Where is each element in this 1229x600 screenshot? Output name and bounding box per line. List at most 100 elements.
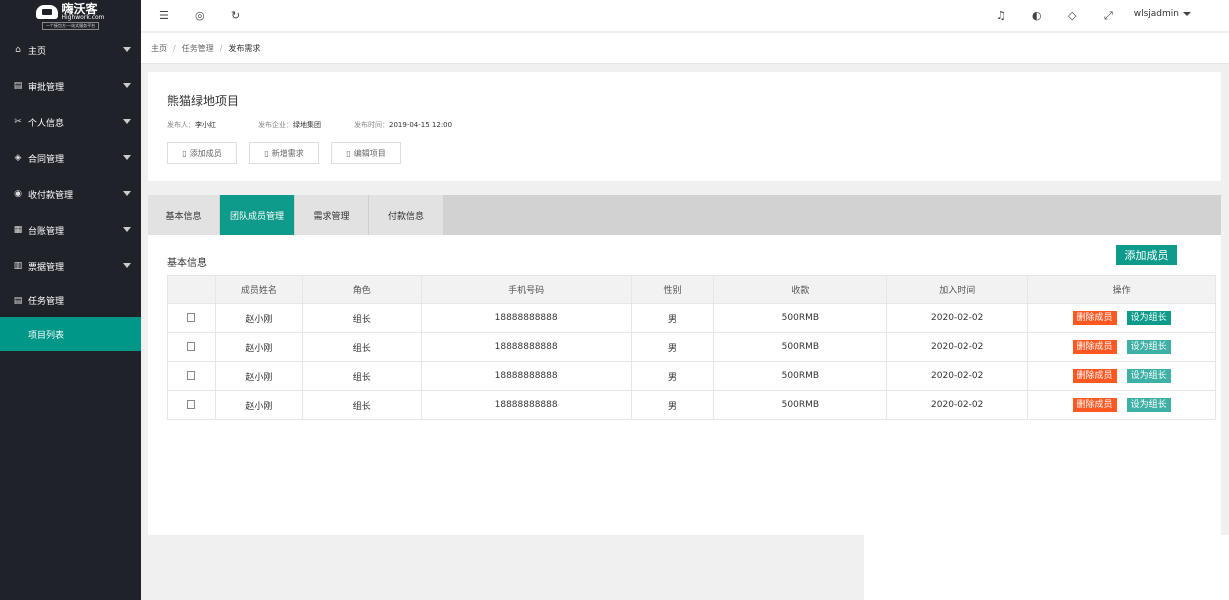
- cell-phone: 18888888888: [420, 390, 632, 420]
- add-member-button[interactable]: 添加成员: [1116, 245, 1177, 265]
- sidebar-item-task[interactable]: ▤ 任务管理: [0, 284, 141, 317]
- cell-gender: 男: [630, 332, 715, 362]
- section-title: 基本信息: [167, 258, 207, 269]
- menu-fold-icon[interactable]: ☰: [159, 8, 169, 24]
- set-leader-button[interactable]: 设为组长: [1126, 398, 1171, 412]
- cell-role: 组长: [301, 303, 422, 333]
- sidebar-item-label: 收付款管理: [28, 190, 74, 201]
- breadcrumb: 主页 / 任务管理 / 发布需求: [141, 33, 1229, 64]
- ledger-icon: ▦: [13, 225, 23, 235]
- sidebar-item-label: 票据管理: [28, 262, 65, 273]
- logo-name-cn: 嗨沃客: [61, 1, 98, 16]
- chevron-down-icon: [123, 83, 131, 88]
- cell-actions: 删除成员 设为组长: [1027, 303, 1216, 333]
- sidebar-item-label: 任务管理: [28, 297, 65, 307]
- user-menu[interactable]: wlsjadmin: [1134, 9, 1191, 19]
- set-leader-button[interactable]: 设为组长: [1126, 340, 1171, 354]
- delete-member-button[interactable]: 删除成员: [1072, 311, 1117, 325]
- set-leader-button[interactable]: 设为组长: [1126, 311, 1171, 325]
- row-checkbox[interactable]: [187, 371, 196, 380]
- tab-bar: 基本信息 团队成员管理 需求管理 付款信息: [148, 195, 1221, 235]
- row-checkbox[interactable]: [187, 400, 196, 409]
- user-info-icon: ✂: [14, 117, 22, 127]
- cell-gender: 男: [630, 303, 715, 333]
- home-icon: ⌂: [15, 45, 21, 55]
- cell-amount: 500RMB: [713, 303, 888, 333]
- sidebar: 嗨沃客 Highwork.com 一个接包方·一站式服务平台 ⌂ 主页 ▤ 审批…: [0, 0, 141, 600]
- cell-amount: 500RMB: [713, 361, 888, 391]
- table-row: 赵小刚 组长 18888888888 男 500RMB 2020-02-02 删…: [167, 361, 1216, 391]
- cell-joined: 2020-02-02: [886, 303, 1029, 333]
- cell-gender: 男: [630, 361, 715, 391]
- project-publisher: 发布人：李小红: [167, 121, 216, 129]
- breadcrumb-task-management[interactable]: 任务管理: [182, 43, 214, 54]
- cell-phone: 18888888888: [420, 332, 632, 362]
- tag-icon[interactable]: ◇: [1068, 8, 1076, 24]
- sidebar-item-payment[interactable]: ◉ 收付款管理: [0, 176, 141, 212]
- logo[interactable]: 嗨沃客 Highwork.com 一个接包方·一站式服务平台: [0, 0, 141, 32]
- globe-icon[interactable]: ◎: [195, 8, 205, 24]
- cell-joined: 2020-02-02: [886, 390, 1029, 420]
- chevron-down-icon: [123, 263, 131, 268]
- row-checkbox[interactable]: [187, 342, 196, 351]
- breadcrumb-home[interactable]: 主页: [151, 43, 167, 54]
- column-header-phone: 手机号码: [420, 275, 632, 304]
- sidebar-item-label: 个人信息: [28, 118, 65, 129]
- tab-demand-management[interactable]: 需求管理: [295, 195, 369, 235]
- approval-icon: ▤: [13, 81, 23, 91]
- table-row: 赵小刚 组长 18888888888 男 500RMB 2020-02-02 删…: [167, 332, 1216, 362]
- refresh-icon[interactable]: ↻: [231, 8, 240, 24]
- cell-role: 组长: [301, 332, 422, 362]
- breadcrumb-current: 发布需求: [228, 43, 261, 53]
- doc-icon: ▯: [346, 148, 351, 158]
- sidebar-item-invoice[interactable]: ▥ 票据管理: [0, 248, 141, 284]
- sidebar-item-approval[interactable]: ▤ 审批管理: [0, 68, 141, 104]
- column-header-name: 成员姓名: [214, 275, 303, 304]
- column-header-role: 角色: [301, 275, 422, 304]
- cell-gender: 男: [630, 390, 715, 420]
- logo-name-en: Highwork.com: [61, 13, 105, 21]
- project-company: 发布企业：绿地集团: [258, 121, 321, 129]
- cell-actions: 删除成员 设为组长: [1027, 332, 1216, 362]
- add-demand-button[interactable]: ▯ 新增需求: [249, 142, 319, 164]
- top-header: ☰ ◎ ↻ ♫ ◐ ◇ ⤢ wlsjadmin: [141, 0, 1229, 32]
- team-members-panel: 基本信息 添加成员 成员姓名 角色 手机号码 性别 收款 加入时间 操作 赵小刚…: [148, 235, 1221, 535]
- logo-slogan: 一个接包方·一站式服务平台: [41, 21, 100, 30]
- add-member-outline-button[interactable]: ▯ 添加成员: [167, 142, 237, 164]
- sidebar-item-ledger[interactable]: ▦ 台账管理: [0, 212, 141, 248]
- set-leader-button[interactable]: 设为组长: [1126, 369, 1171, 383]
- cell-joined: 2020-02-02: [886, 361, 1029, 391]
- row-checkbox[interactable]: [187, 313, 196, 322]
- sidebar-item-contract[interactable]: ◈ 合同管理: [0, 140, 141, 176]
- cell-phone: 18888888888: [420, 303, 632, 333]
- sidebar-item-user-info[interactable]: ✂ 个人信息: [0, 104, 141, 140]
- sidebar-item-label: 审批管理: [28, 82, 65, 93]
- tab-team-members[interactable]: 团队成员管理: [220, 195, 295, 235]
- members-table: 成员姓名 角色 手机号码 性别 收款 加入时间 操作 赵小刚 组长 188888…: [167, 275, 1216, 420]
- sidebar-subitem-project-list[interactable]: 项目列表: [0, 317, 141, 351]
- delete-member-button[interactable]: 删除成员: [1072, 369, 1117, 383]
- edit-project-button[interactable]: ▯ 编辑项目: [331, 142, 401, 164]
- column-header-select: [167, 275, 216, 304]
- panel-extension: [864, 535, 1229, 600]
- project-title: 熊猫绿地项目: [167, 94, 240, 108]
- fullscreen-icon[interactable]: ⤢: [1104, 8, 1113, 24]
- tab-basic-info[interactable]: 基本信息: [148, 195, 220, 235]
- cell-amount: 500RMB: [713, 332, 888, 362]
- cell-role: 组长: [301, 361, 422, 391]
- sidebar-item-home[interactable]: ⌂ 主页: [0, 32, 141, 68]
- tab-payment-info[interactable]: 付款信息: [369, 195, 444, 235]
- cell-name: 赵小刚: [214, 390, 303, 420]
- delete-member-button[interactable]: 删除成员: [1072, 340, 1117, 354]
- delete-member-button[interactable]: 删除成员: [1072, 398, 1117, 412]
- theme-icon[interactable]: ◐: [1032, 8, 1042, 24]
- table-row: 赵小刚 组长 18888888888 男 500RMB 2020-02-02 删…: [167, 390, 1216, 420]
- payment-icon: ◉: [14, 189, 22, 199]
- bell-icon[interactable]: ♫: [996, 8, 1006, 24]
- project-time: 发布时间：2019-04-15 12:00: [354, 121, 453, 129]
- column-header-amount: 收款: [713, 275, 888, 304]
- sidebar-item-label: 合同管理: [28, 154, 65, 165]
- invoice-icon: ▥: [13, 261, 23, 271]
- cell-phone: 18888888888: [420, 361, 632, 391]
- column-header-joined: 加入时间: [886, 275, 1029, 304]
